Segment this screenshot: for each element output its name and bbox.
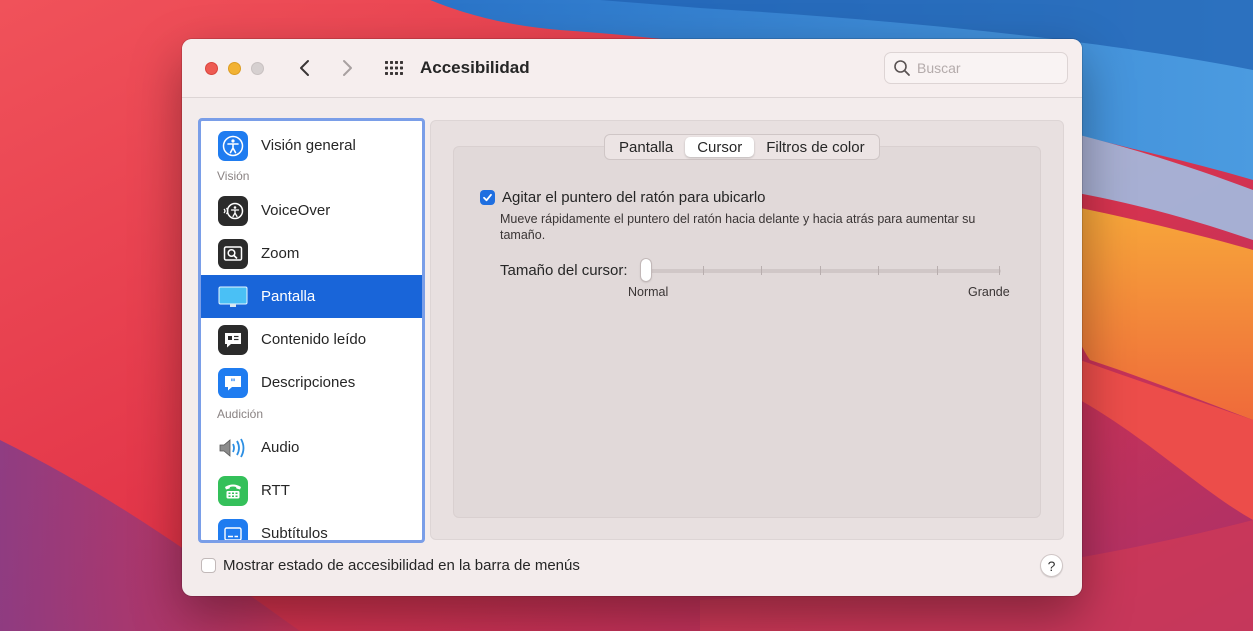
sidebar[interactable]: Visión general Visión VoiceOver Zoom Pan… (198, 118, 425, 543)
search-icon (894, 60, 910, 76)
subtitles-icon (218, 518, 248, 540)
sidebar-item-label: Pantalla (261, 288, 316, 305)
sidebar-item-label: RTT (261, 482, 290, 499)
sidebar-item-audio[interactable]: Audio (201, 426, 422, 469)
sidebar-item-label: Visión general (261, 137, 356, 154)
menu-status-label: Mostrar estado de accesibilidad en la ba… (223, 557, 580, 574)
tab-filtros-de-color[interactable]: Filtros de color (754, 137, 876, 157)
zoom-icon (218, 238, 248, 269)
grid-icon (385, 61, 403, 75)
show-all-button[interactable] (379, 53, 409, 83)
forward-button[interactable] (332, 53, 362, 83)
sidebar-item-vision-general[interactable]: Visión general (201, 124, 422, 167)
shake-to-locate-label: Agitar el puntero del ratón para ubicarl… (502, 189, 766, 206)
sidebar-item-rtt[interactable]: RTT (201, 469, 422, 512)
sidebar-item-label: Audio (261, 439, 300, 456)
tab-pantalla[interactable]: Pantalla (607, 137, 685, 157)
sidebar-item-label: Zoom (261, 245, 300, 262)
slider-tick (937, 266, 938, 275)
descriptions-icon: " (218, 367, 248, 398)
zoom-window-button[interactable] (251, 62, 264, 75)
section-header-vision: Visión (217, 169, 250, 183)
sidebar-item-voiceover[interactable]: VoiceOver (201, 189, 422, 232)
slider-tick (703, 266, 704, 275)
cursor-size-slider-knob[interactable] (641, 259, 651, 281)
slider-max-label: Grande (968, 285, 1010, 299)
chevron-right-icon (343, 60, 352, 76)
cursor-size-label: Tamaño del cursor: (500, 262, 628, 279)
slider-min-label: Normal (628, 285, 669, 299)
sidebar-item-zoom[interactable]: Zoom (201, 232, 422, 275)
sidebar-item-label: VoiceOver (261, 202, 331, 219)
sidebar-item-label: Descripciones (261, 374, 356, 391)
sidebar-item-subtitulos[interactable]: Subtítulos (201, 512, 422, 542)
close-window-button[interactable] (205, 62, 218, 75)
window-title: Accesibilidad (420, 58, 530, 77)
accessibility-icon (218, 130, 248, 161)
slider-tick (878, 266, 879, 275)
speaker-icon (218, 433, 248, 463)
sidebar-item-label: Subtítulos (261, 525, 328, 542)
slider-tick (999, 266, 1000, 275)
shake-to-locate-row: Agitar el puntero del ratón para ubicarl… (480, 189, 766, 206)
search-field[interactable] (884, 52, 1068, 84)
slider-tick (820, 266, 821, 275)
minimize-window-button[interactable] (228, 62, 241, 75)
sidebar-item-descripciones[interactable]: " Descripciones (201, 361, 422, 404)
tab-cursor[interactable]: Cursor (685, 137, 755, 157)
shake-to-locate-checkbox[interactable] (480, 190, 495, 205)
menu-status-checkbox[interactable] (201, 558, 216, 573)
help-button[interactable]: ? (1040, 554, 1063, 577)
sidebar-item-pantalla[interactable]: Pantalla (201, 275, 422, 318)
section-header-audicion: Audición (217, 407, 264, 421)
spoken-content-icon (218, 324, 248, 355)
svg-text:": " (230, 377, 235, 388)
sidebar-item-contenido-leido[interactable]: Contenido leído (201, 318, 422, 361)
checkmark-icon (483, 193, 492, 202)
voiceover-icon (218, 195, 248, 226)
back-button[interactable] (290, 53, 320, 83)
cursor-size-slider[interactable] (644, 269, 1001, 273)
preferences-window: Accesibilidad Visión general Visión (182, 39, 1082, 596)
slider-tick (761, 266, 762, 275)
rtt-phone-icon (218, 475, 248, 506)
display-icon (218, 282, 248, 312)
tab-bar: Pantalla Cursor Filtros de color (604, 134, 880, 160)
title-bar: Accesibilidad (182, 39, 1082, 98)
sidebar-item-label: Contenido leído (261, 331, 367, 348)
shake-to-locate-description: Mueve rápidamente el puntero del ratón h… (500, 212, 976, 242)
chevron-left-icon (300, 60, 309, 76)
search-input[interactable] (917, 60, 1057, 76)
